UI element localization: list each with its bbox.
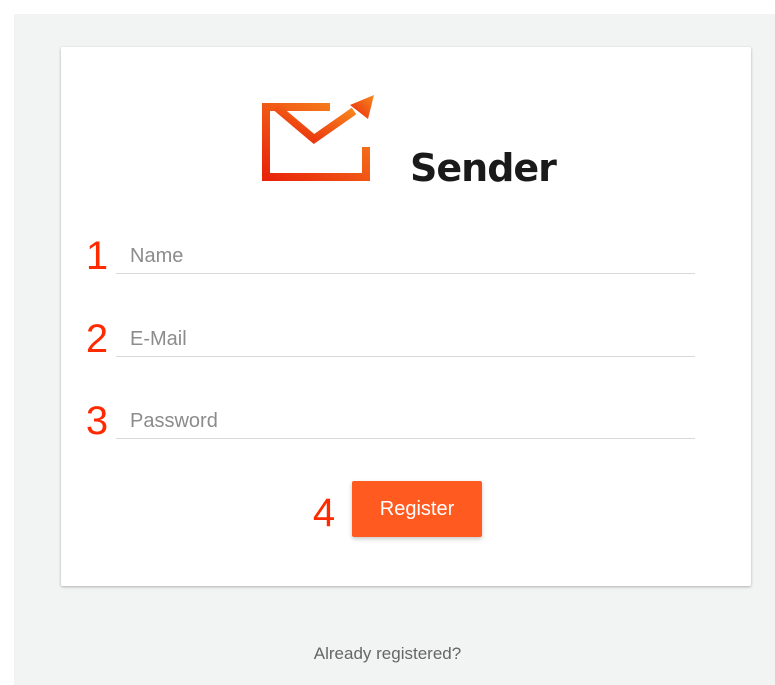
register-group: 4 Register	[309, 481, 509, 541]
app-name: Sender	[410, 146, 557, 190]
already-registered-link[interactable]: Already registered?	[0, 644, 775, 664]
register-card: Sender 1 2 3 4 Register	[61, 47, 751, 586]
email-field-group: 2	[80, 317, 697, 367]
email-input[interactable]	[116, 323, 695, 357]
sender-logo: Sender	[262, 95, 562, 190]
name-field-group: 1	[80, 234, 697, 284]
name-input[interactable]	[116, 240, 695, 274]
field-number-1: 1	[85, 234, 109, 278]
password-field-group: 3	[80, 399, 697, 449]
field-number-3: 3	[85, 399, 109, 443]
register-button[interactable]: Register	[352, 481, 482, 537]
field-number-2: 2	[85, 317, 109, 361]
field-number-4: 4	[312, 491, 336, 535]
envelope-arrow-icon	[262, 95, 374, 181]
password-input[interactable]	[116, 405, 695, 439]
